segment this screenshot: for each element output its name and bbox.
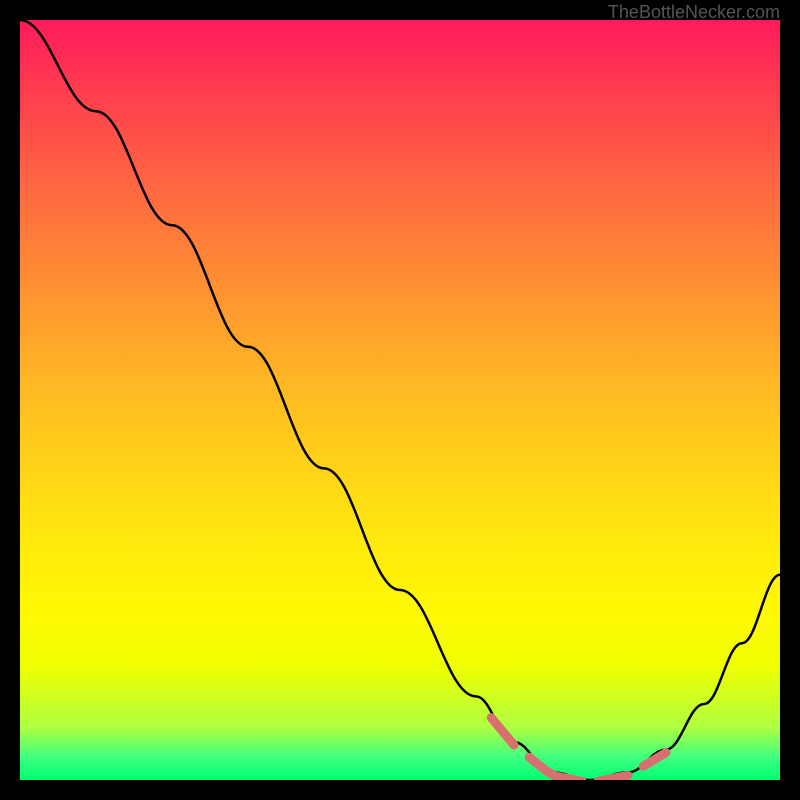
marker-segment [491, 718, 514, 745]
marker-segment [529, 757, 582, 780]
chart-curve-svg [20, 20, 780, 780]
chart-container [20, 20, 780, 780]
marker-segment [643, 753, 666, 767]
marker-points [491, 718, 666, 780]
bottleneck-curve [20, 20, 780, 780]
marker-segment [598, 775, 628, 780]
